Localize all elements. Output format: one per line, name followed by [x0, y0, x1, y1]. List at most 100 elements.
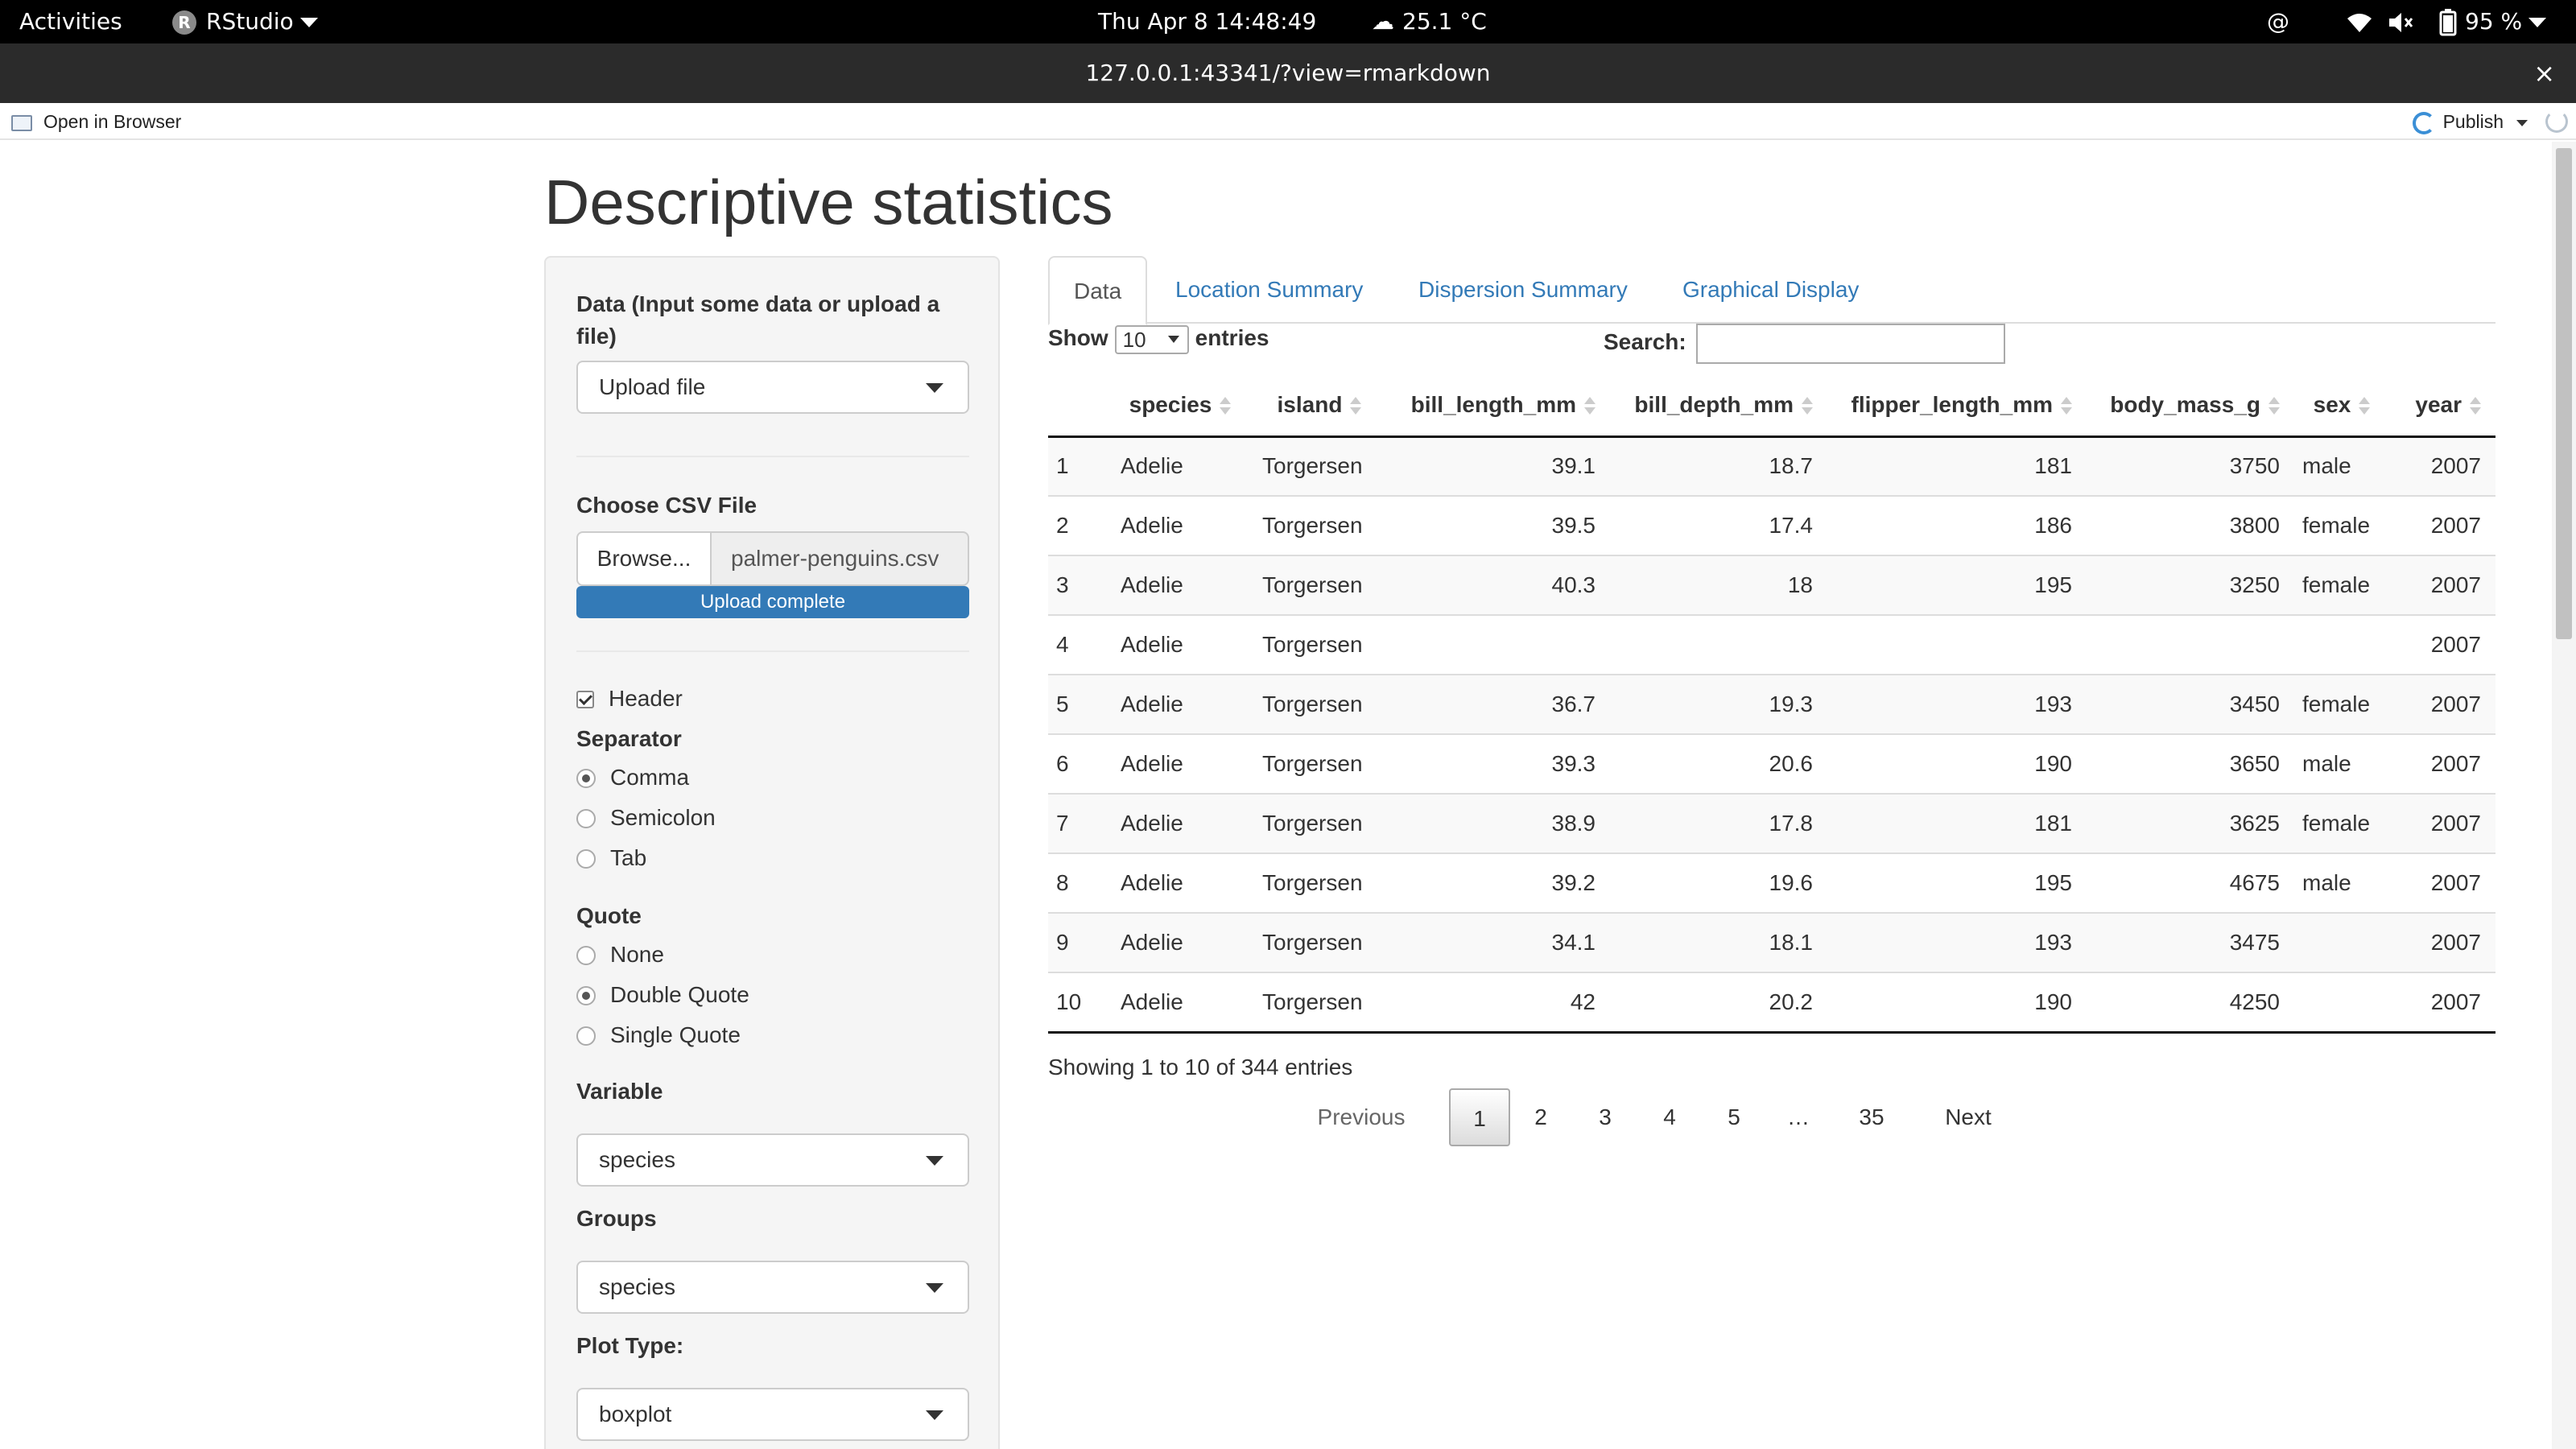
radio-icon	[576, 1026, 596, 1046]
table-row[interactable]: 9 Adelie Torgersen 34.1 18.1 193 3475 2007	[1048, 913, 2496, 973]
battery-indicator[interactable]: 95 %	[2439, 0, 2547, 43]
browser-icon	[11, 114, 32, 131]
table-cell-flipper-length-mm: 186	[1827, 496, 2087, 556]
page-length-select[interactable]: 10	[1114, 324, 1189, 354]
app-menu[interactable]: R RStudio	[172, 0, 318, 43]
tab-graphical-display[interactable]: Graphical Display	[1682, 256, 1859, 324]
close-icon[interactable]: ×	[2533, 43, 2555, 103]
table-cell-bill-depth-mm: 17.8	[1610, 794, 1827, 854]
table-search-control: Search:	[1604, 322, 2005, 364]
page-button-4[interactable]: 4	[1639, 1088, 1700, 1146]
table-cell-body-mass-g	[2087, 615, 2294, 675]
separator-option-comma[interactable]: Comma	[576, 762, 689, 794]
table-row[interactable]: 7 Adelie Torgersen 38.9 17.8 181 3625 female 200…	[1048, 794, 2496, 854]
groups-select[interactable]: species	[576, 1261, 969, 1314]
table-cell-bill-length-mm: 39.3	[1391, 734, 1610, 795]
column-header-species[interactable]: species	[1113, 375, 1254, 438]
column-header-island[interactable]: island	[1254, 375, 1391, 438]
table-cell-flipper-length-mm: 193	[1827, 675, 2087, 735]
chevron-down-icon	[926, 1283, 943, 1293]
weather-indicator[interactable]: ☁ 25.1 °C	[1372, 0, 1487, 43]
chevron-down-icon	[2516, 119, 2528, 126]
quote-option-single[interactable]: Single Quote	[576, 1019, 741, 1051]
page-button-1[interactable]: 1	[1449, 1088, 1510, 1146]
table-row[interactable]: 8 Adelie Torgersen 39.2 19.6 195 4675 male 2007	[1048, 853, 2496, 914]
table-row[interactable]: 5 Adelie Torgersen 36.7 19.3 193 3450 female 200…	[1048, 675, 2496, 735]
file-input: Browse... palmer-penguins.csv	[576, 531, 969, 586]
table-cell-island: Torgersen	[1254, 853, 1391, 914]
table-row[interactable]: 2 Adelie Torgersen 39.5 17.4 186 3800 female 200…	[1048, 496, 2496, 556]
page-button-5[interactable]: 5	[1703, 1088, 1765, 1146]
volume-muted-icon[interactable]	[2388, 0, 2415, 43]
table-cell-island: Torgersen	[1254, 615, 1391, 675]
separator-option-tab[interactable]: Tab	[576, 842, 646, 874]
clock[interactable]: Thu Apr 8 14:48:49	[1098, 0, 1316, 43]
table-cell-flipper-length-mm: 190	[1827, 734, 2087, 795]
page-button-35[interactable]: 35	[1835, 1088, 1908, 1146]
wifi-icon[interactable]	[2346, 0, 2373, 43]
refresh-icon[interactable]	[2545, 110, 2568, 133]
table-header-row: species island bill_length_mm bill_depth_mm…	[1048, 375, 2496, 438]
vertical-scrollbar[interactable]	[2552, 142, 2576, 1449]
tab-location-summary[interactable]: Location Summary	[1175, 256, 1363, 324]
table-cell-year: 2007	[2396, 615, 2496, 675]
separator-option-semicolon[interactable]: Semicolon	[576, 802, 716, 834]
table-row[interactable]: 1 Adelie Torgersen 39.1 18.7 181 3750 male 2007	[1048, 436, 2496, 497]
open-in-browser-button[interactable]: Open in Browser	[11, 103, 181, 140]
scrollbar-thumb[interactable]	[2556, 148, 2572, 639]
checkbox-checked-icon	[576, 691, 594, 708]
header-checkbox[interactable]: Header	[576, 683, 683, 715]
separator-option-label: Semicolon	[610, 805, 716, 830]
data-source-select[interactable]: Upload file	[576, 361, 969, 414]
table-cell-flipper-length-mm: 195	[1827, 853, 2087, 914]
table-cell-body-mass-g: 4250	[2087, 972, 2294, 1034]
previous-page-button[interactable]: Previous	[1309, 1088, 1414, 1146]
quote-option-double[interactable]: Double Quote	[576, 979, 749, 1011]
table-row[interactable]: 6 Adelie Torgersen 39.3 20.6 190 3650 male 2007	[1048, 734, 2496, 795]
file-name-field: palmer-penguins.csv	[710, 531, 969, 586]
search-input[interactable]	[1695, 323, 2005, 364]
row-index-cell: 3	[1048, 555, 1113, 616]
row-index-cell: 10	[1048, 972, 1113, 1034]
page-button-3[interactable]: 3	[1575, 1088, 1636, 1146]
tab-dispersion-summary[interactable]: Dispersion Summary	[1418, 256, 1628, 324]
table-cell-island: Torgersen	[1254, 555, 1391, 616]
publish-button[interactable]: Publish	[2412, 103, 2528, 140]
table-cell-flipper-length-mm: 190	[1827, 972, 2087, 1034]
chevron-down-icon	[926, 1156, 943, 1166]
search-label: Search:	[1604, 329, 1686, 354]
column-header-year[interactable]: year	[2396, 375, 2496, 438]
groups-value: species	[599, 1274, 675, 1299]
quote-option-none[interactable]: None	[576, 939, 664, 971]
table-cell-species: Adelie	[1113, 853, 1254, 914]
row-index-cell: 1	[1048, 436, 1113, 497]
table-cell-sex: male	[2294, 436, 2396, 497]
entries-label: entries	[1195, 325, 1269, 350]
column-header-bill-length-mm[interactable]: bill_length_mm	[1391, 375, 1610, 438]
plot-type-select[interactable]: boxplot	[576, 1388, 969, 1441]
variable-select[interactable]: species	[576, 1133, 969, 1187]
page-button-2[interactable]: 2	[1510, 1088, 1571, 1146]
column-header-label: sex	[2313, 392, 2351, 418]
table-cell-species: Adelie	[1113, 675, 1254, 735]
browse-button[interactable]: Browse...	[576, 531, 712, 586]
activities-button[interactable]: Activities	[19, 0, 122, 43]
column-header-flipper-length-mm[interactable]: flipper_length_mm	[1827, 375, 2087, 438]
table-cell-year: 2007	[2396, 913, 2496, 973]
table-row[interactable]: 10 Adelie Torgersen 42 20.2 190 4250 2007	[1048, 972, 2496, 1034]
next-page-button[interactable]: Next	[1924, 1088, 2013, 1146]
table-cell-island: Torgersen	[1254, 913, 1391, 973]
show-label: Show	[1048, 325, 1108, 350]
table-cell-body-mass-g: 3475	[2087, 913, 2294, 973]
table-cell-bill-length-mm: 38.9	[1391, 794, 1610, 854]
column-header-bill-depth-mm[interactable]: bill_depth_mm	[1610, 375, 1827, 438]
column-header-body-mass-g[interactable]: body_mass_g	[2087, 375, 2294, 438]
tab-data[interactable]: Data	[1048, 256, 1148, 325]
table-cell-flipper-length-mm: 181	[1827, 436, 2087, 497]
column-header-sex[interactable]: sex	[2294, 375, 2396, 438]
page-title: Descriptive statistics	[544, 167, 1113, 237]
table-cell-year: 2007	[2396, 972, 2496, 1034]
table-row[interactable]: 4 Adelie Torgersen 2007	[1048, 615, 2496, 675]
at-icon[interactable]: @	[2267, 0, 2289, 43]
table-row[interactable]: 3 Adelie Torgersen 40.3 18 195 3250 female 2007	[1048, 555, 2496, 616]
